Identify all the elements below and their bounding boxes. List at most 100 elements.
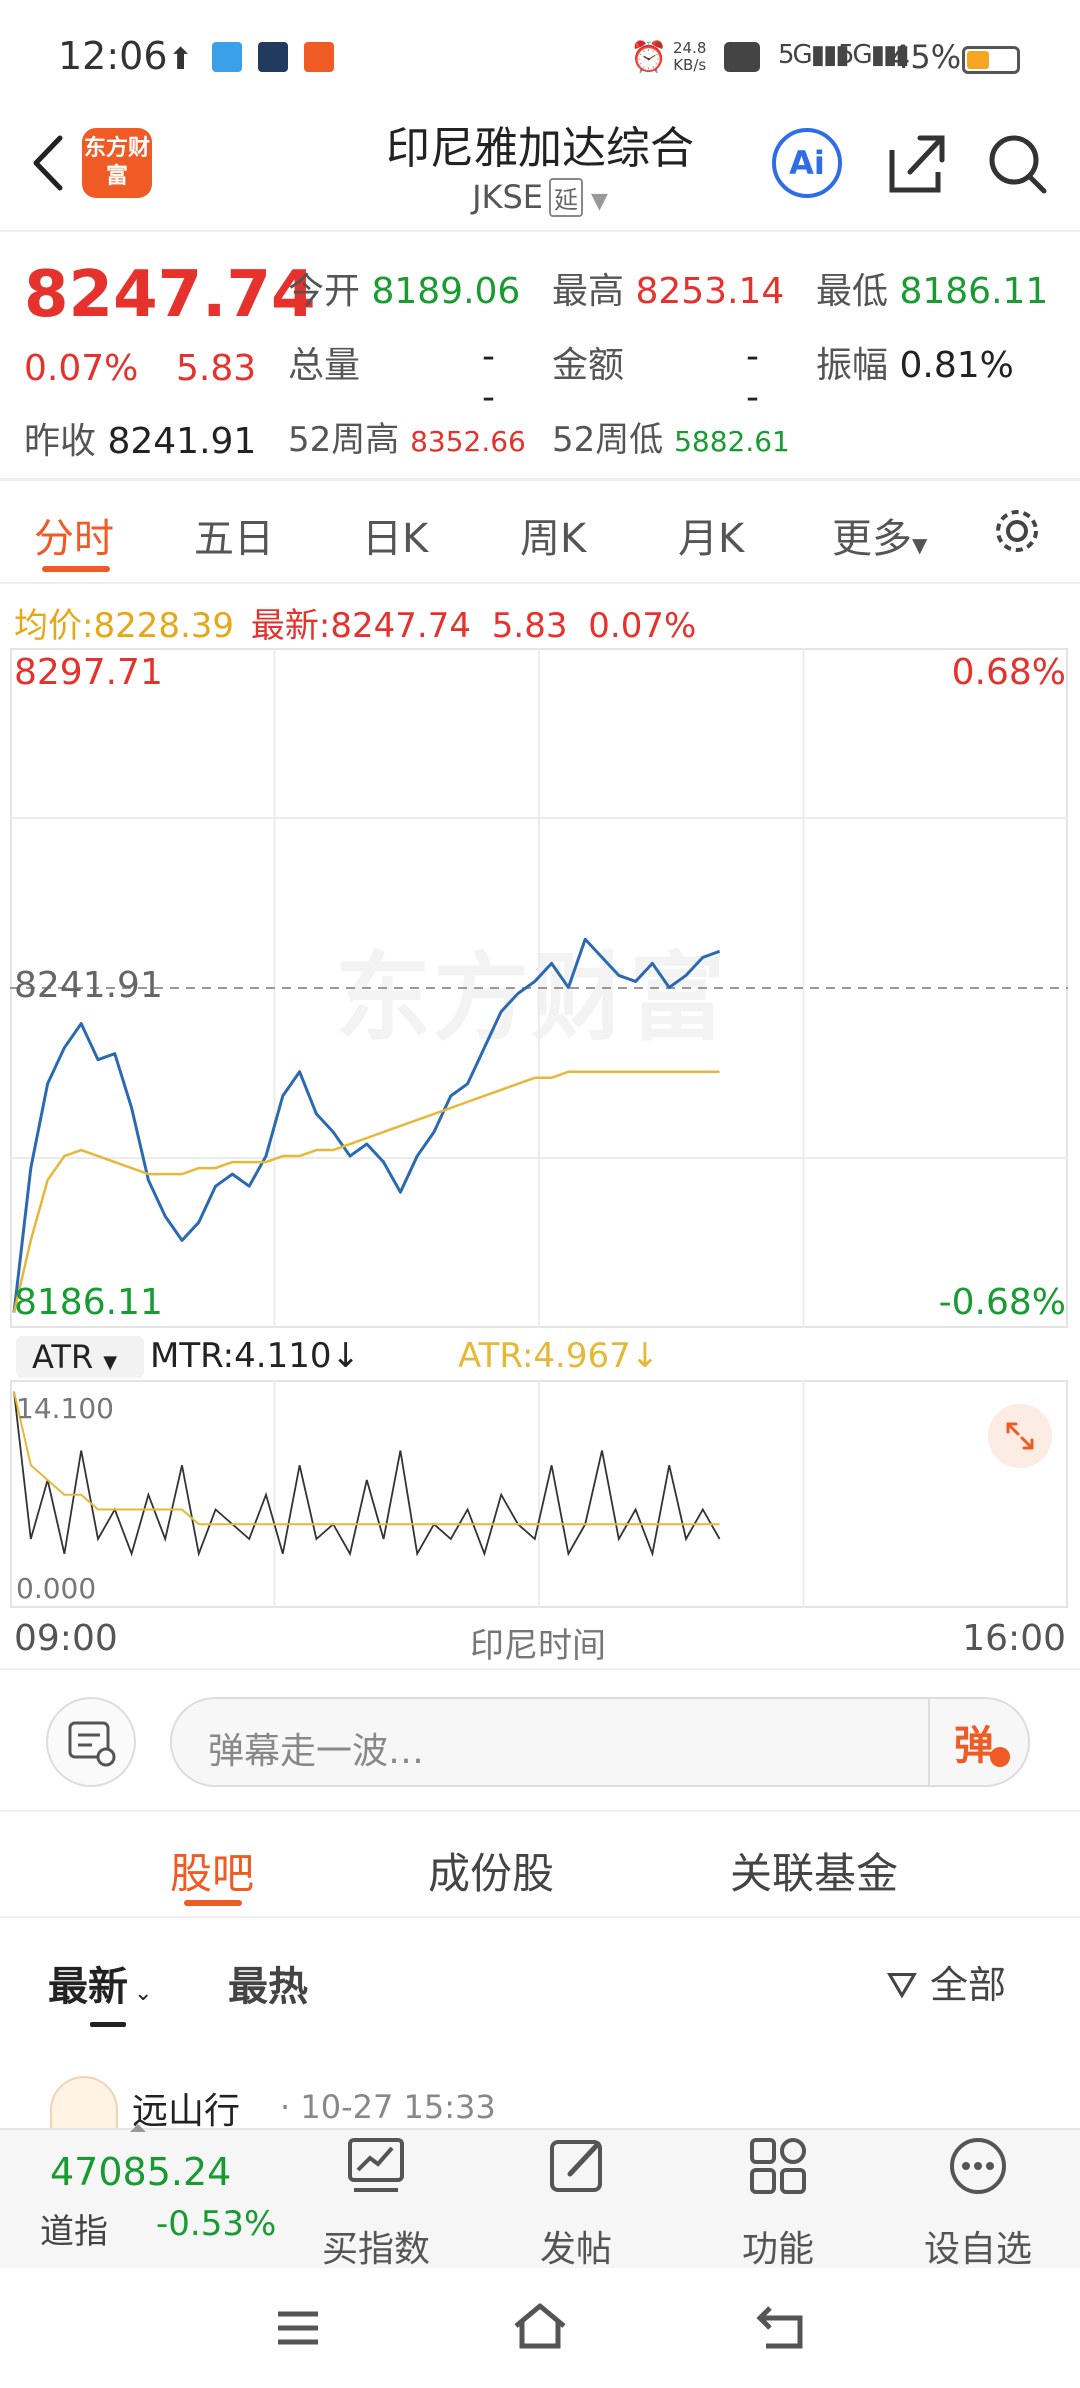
volume: 总量 -- — [288, 336, 495, 418]
upload-icon: ⬆ — [168, 42, 194, 77]
atr-line — [13, 1391, 720, 1526]
y-mid-label: 8241.91 — [14, 965, 163, 1006]
week52-high: 52周高 8352.66 — [288, 420, 526, 460]
status-bar: 12:06 ⬆ ⏰ 24.8 KB/s 5G▮▮▮ 5G▮▮▮ 45% — [0, 0, 1080, 110]
dji-label: 道指 — [40, 2212, 108, 2252]
tab-five-day[interactable]: 五日 — [194, 506, 274, 564]
intraday-chart-canvas — [10, 648, 1068, 1328]
section-divider-top — [0, 1810, 1080, 1812]
post-time: · 10-27 15:33 — [280, 2088, 496, 2126]
delay-tag: 延 — [549, 178, 584, 217]
change-value: 5.83 — [176, 348, 257, 389]
tab-related-funds[interactable]: 关联基金 — [730, 1840, 898, 1901]
more-dots-icon — [950, 2138, 1006, 2194]
dji-change: -0.53% — [156, 2204, 277, 2244]
stock-code-text: JKSE — [472, 178, 544, 216]
settings-button[interactable] — [990, 504, 1044, 558]
avatar[interactable] — [50, 2076, 118, 2132]
sort-latest[interactable]: 最新 ⌄ — [48, 1954, 152, 2012]
battery-icon — [962, 46, 1020, 74]
prev-close: 昨收 8241.91 — [24, 421, 257, 462]
tab-more[interactable]: 更多▼ — [832, 506, 927, 564]
y-max-pct-label: 0.68% — [951, 652, 1066, 693]
tab-guba[interactable]: 股吧 — [170, 1840, 254, 1901]
amount: 金额 -- — [552, 336, 759, 418]
chart-trend-icon — [348, 2138, 404, 2192]
more-caret-icon: ▼ — [912, 533, 928, 557]
battery-percent: 45% — [890, 38, 962, 76]
section-divider-bottom — [0, 1916, 1080, 1918]
x-start-label: 09:00 — [14, 1618, 118, 1659]
week52-low: 52周低 5882.61 — [552, 420, 790, 460]
nav-buy-index[interactable]: 买指数 — [306, 2220, 446, 2272]
chevron-down-icon: ▼ — [103, 1352, 118, 1373]
quote-divider — [0, 478, 1080, 481]
danmu-settings-icon — [68, 1721, 116, 1767]
indicator-max-label: 14.100 — [16, 1392, 114, 1425]
tab-intraday[interactable]: 分时 — [34, 506, 114, 564]
sort-hot[interactable]: 最热 — [228, 1954, 308, 2012]
y-min-pct-label: -0.68% — [938, 1282, 1066, 1323]
indicator-selector[interactable]: ATR ▼ — [16, 1336, 144, 1378]
change-percent: 0.07% — [24, 348, 139, 389]
share-icon — [889, 135, 945, 193]
low-price: 最低 8186.11 — [816, 271, 1049, 312]
danmu-settings-button[interactable] — [46, 1697, 136, 1787]
net-speed: 24.8 — [673, 39, 707, 57]
check-badge-icon — [990, 1747, 1010, 1767]
app2-notify-icon — [304, 42, 334, 72]
system-nav-bar — [0, 2268, 1080, 2388]
nav-add-watchlist[interactable]: 设自选 — [908, 2220, 1048, 2272]
filter-icon: ⛛ — [886, 1963, 918, 2007]
alarm-icon: ⏰ — [630, 40, 668, 75]
danmu-placeholder: 弹幕走一波… — [208, 1731, 425, 1772]
amplitude: 振幅 0.81% — [816, 345, 1014, 386]
dropdown-icon: ▼ — [591, 189, 608, 214]
danmu-send-label: 弹 — [954, 1723, 994, 1769]
tab-daily-k[interactable]: 日K — [362, 506, 428, 564]
app-notify-icon — [212, 42, 242, 72]
nav-post[interactable]: 发帖 — [506, 2220, 646, 2272]
sort-underline — [90, 2022, 126, 2027]
battery-fill — [967, 51, 989, 69]
y-min-label: 8186.11 — [14, 1282, 163, 1323]
tab-monthly-k[interactable]: 月K — [678, 506, 744, 564]
status-time: 12:06 — [58, 34, 168, 78]
tabs-divider — [0, 582, 1080, 584]
dji-value[interactable]: 47085.24 — [50, 2150, 231, 2194]
ticker-pointer-icon — [130, 2124, 146, 2132]
expand-icon — [1006, 1422, 1034, 1450]
net-speed-unit: KB/s — [673, 56, 707, 74]
expand-chart-button[interactable] — [988, 1404, 1052, 1468]
grid-apps-icon — [750, 2138, 806, 2194]
back-nav-icon[interactable] — [752, 2298, 812, 2358]
x-axis-title: 印尼时间 — [470, 1626, 606, 1666]
avg-price-line — [12, 1070, 720, 1313]
chart-bottom-divider — [0, 1668, 1080, 1670]
down-arrow-icon-atr: ↓ — [630, 1336, 660, 1376]
search-button[interactable] — [984, 128, 1050, 198]
post-username[interactable]: 远山行 — [132, 2082, 240, 2134]
tab-constituents[interactable]: 成份股 — [428, 1840, 554, 1901]
nav-functions[interactable]: 功能 — [708, 2220, 848, 2272]
edit-icon — [550, 2140, 602, 2192]
search-icon — [989, 135, 1047, 194]
high-price: 最高 8253.14 — [552, 271, 785, 312]
header-divider — [0, 230, 1080, 232]
gear-icon — [996, 510, 1038, 552]
ai-button[interactable]: Ai — [772, 128, 842, 198]
indicator-chart-canvas — [13, 1380, 805, 1608]
section-tab-indicator — [184, 1900, 242, 1906]
x-end-label: 16:00 — [962, 1618, 1066, 1659]
menu-icon[interactable] — [270, 2300, 326, 2356]
atr-value: ATR:4.967↓ — [458, 1336, 660, 1376]
home-icon[interactable] — [510, 2298, 570, 2358]
chevron-down-icon-sort: ⌄ — [134, 1981, 153, 2006]
y-max-label: 8297.71 — [14, 652, 163, 693]
filter-all-button[interactable]: ⛛ 全部 — [886, 1954, 1006, 2009]
open-price: 今开 8189.06 — [288, 271, 521, 312]
share-button[interactable] — [884, 128, 948, 198]
indicator-series — [13, 1391, 721, 1558]
danmu-send-button[interactable]: 弹 — [928, 1697, 1030, 1787]
tab-weekly-k[interactable]: 周K — [520, 506, 586, 564]
